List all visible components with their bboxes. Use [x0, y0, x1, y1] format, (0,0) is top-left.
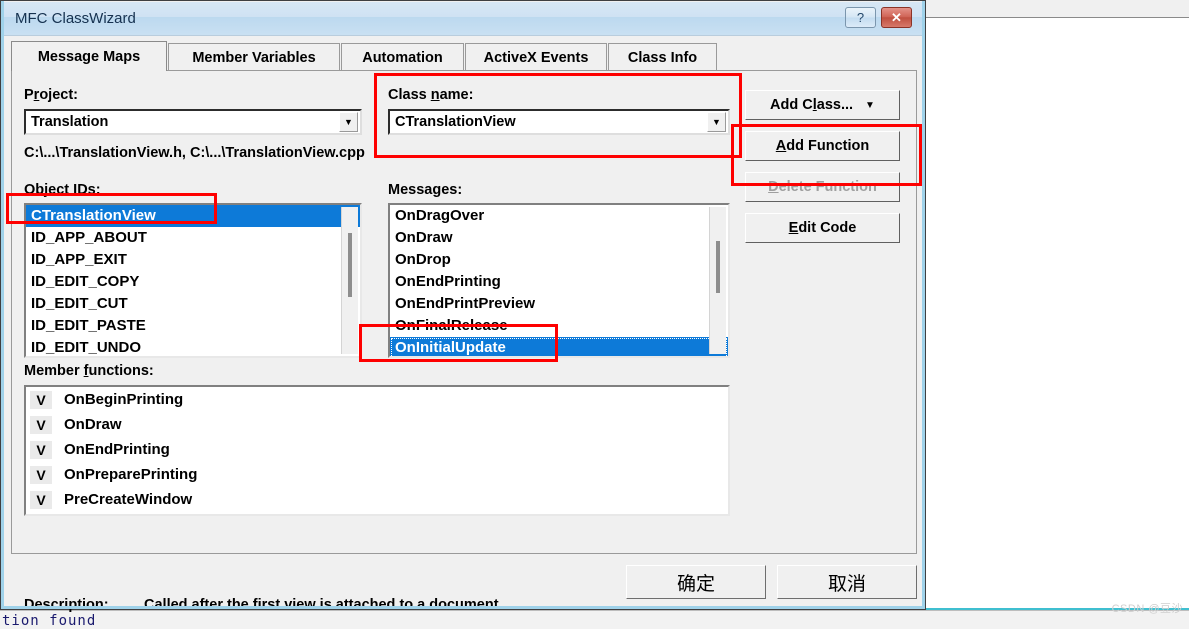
list-item[interactable]: OnFinalRelease [390, 315, 728, 337]
member-functions-listbox[interactable]: V OnBeginPrinting V OnDraw V OnEndPrinti… [24, 385, 730, 516]
object-ids-scrollbar[interactable] [341, 207, 358, 354]
list-item[interactable]: ID_APP_EXIT [26, 249, 360, 271]
list-item[interactable]: ID_APP_ABOUT [26, 227, 360, 249]
close-icon[interactable]: ✕ [881, 7, 912, 28]
delete-function-button: Delete Function [745, 172, 900, 202]
class-name-label: Class name: [388, 87, 473, 103]
delete-function-label: elete Function [778, 179, 877, 195]
list-item[interactable]: V OnPreparePrinting [26, 462, 728, 487]
add-class-label-pre: Add C [770, 97, 813, 113]
list-item[interactable]: OnDraw [390, 227, 728, 249]
member-function-name: OnPreparePrinting [64, 466, 198, 483]
member-functions-label: Member functions: [24, 363, 154, 379]
project-label-post: oject: [39, 87, 78, 103]
list-item[interactable]: V OnEndPrinting [26, 437, 728, 462]
add-function-label: dd Function [786, 138, 870, 154]
list-item[interactable]: OnEndPrintPreview [390, 293, 728, 315]
virtual-marker-icon: V [30, 415, 52, 434]
class-name-label-accesskey: n [430, 87, 440, 103]
list-item[interactable]: CTranslationView [26, 205, 360, 227]
object-ids-label-post: Ds: [77, 182, 101, 198]
virtual-marker-icon: V [30, 440, 52, 459]
dialog-titlebar[interactable]: MFC ClassWizard ? ✕ [2, 2, 924, 36]
project-label: Project: [24, 87, 78, 103]
messages-scrollbar[interactable] [709, 207, 726, 354]
project-label-pre: P [24, 87, 34, 103]
member-functions-label-post: unctions: [88, 363, 154, 379]
list-item[interactable]: V OnDraw [26, 412, 728, 437]
member-function-name: OnEndPrinting [64, 441, 170, 458]
edit-code-accesskey: E [788, 220, 799, 236]
list-item[interactable]: ID_EDIT_COPY [26, 271, 360, 293]
watermark: CSDN @豆沙 [1111, 603, 1183, 615]
member-function-name: OnDraw [64, 416, 122, 433]
delete-function-accesskey: D [768, 179, 779, 195]
class-name-value: CTranslationView [395, 114, 516, 130]
tab-class-info[interactable]: Class Info [608, 43, 717, 71]
list-item[interactable]: V OnBeginPrinting [26, 387, 728, 412]
object-ids-listbox[interactable]: CTranslationView ID_APP_ABOUT ID_APP_EXI… [24, 203, 362, 358]
object-ids-label-pre: Object [24, 182, 74, 198]
list-item[interactable]: ID_EDIT_CUT [26, 293, 360, 315]
member-function-name: PreCreateWindow [64, 491, 193, 508]
dialog-footer: 确定 取消 [5, 558, 923, 606]
messages-listbox[interactable]: OnDragOver OnDraw OnDrop OnEndPrinting O… [388, 203, 730, 358]
class-name-label-post: ame: [439, 87, 474, 103]
edit-code-label: dit Code [798, 220, 857, 236]
list-item[interactable]: OnEndPrinting [390, 271, 728, 293]
ok-button[interactable]: 确定 [626, 565, 766, 599]
mfc-classwizard-dialog: MFC ClassWizard ? ✕ Message Maps Member … [0, 0, 926, 613]
add-class-button[interactable]: Add Cl ass... ▼ [745, 90, 900, 120]
dialog-title: MFC ClassWizard [15, 10, 136, 27]
chevron-down-icon[interactable]: ▼ [707, 112, 726, 132]
tab-message-maps[interactable]: Message Maps [11, 41, 167, 71]
tab-activex-events[interactable]: ActiveX Events [465, 43, 607, 71]
scrollbar-thumb[interactable] [716, 241, 720, 293]
virtual-marker-icon: V [30, 390, 52, 409]
edit-code-button[interactable]: Edit Code [745, 213, 900, 243]
list-item[interactable]: OnDrop [390, 249, 728, 271]
class-name-combobox[interactable]: CTranslationView ▼ [388, 109, 730, 135]
help-icon[interactable]: ? [845, 7, 876, 28]
member-functions-label-pre: Member [24, 363, 84, 379]
project-combobox[interactable]: Translation ▼ [24, 109, 362, 135]
add-function-accesskey: A [775, 138, 787, 154]
file-paths-label: C:\...\TranslationView.h, C:\...\Transla… [24, 145, 365, 161]
chevron-down-icon: ▼ [865, 99, 875, 111]
tab-member-variables[interactable]: Member Variables [168, 43, 340, 71]
class-name-label-pre: Class [388, 87, 431, 103]
add-function-button[interactable]: Add Function [745, 131, 900, 161]
add-class-label-post: ass... [816, 97, 854, 113]
list-item[interactable]: OnDragOver [390, 205, 728, 227]
tab-automation[interactable]: Automation [341, 43, 464, 71]
list-item[interactable]: ID_EDIT_PASTE [26, 315, 360, 337]
tab-page-message-maps: Project: Translation ▼ C:\...\Translatio… [11, 70, 917, 613]
object-ids-label: Object IDs: [24, 182, 101, 198]
list-item[interactable]: ID_EDIT_UNDO [26, 337, 360, 356]
virtual-marker-icon: V [30, 465, 52, 484]
list-item[interactable]: V PreCreateWindow [26, 487, 728, 512]
chevron-down-icon[interactable]: ▼ [339, 112, 358, 132]
project-value: Translation [31, 114, 109, 130]
list-item[interactable]: OnInitialUpdate [390, 337, 728, 356]
virtual-marker-icon: V [30, 490, 52, 509]
scrollbar-thumb[interactable] [348, 233, 352, 297]
tabstrip: Message Maps Member Variables Automation… [11, 41, 917, 71]
member-function-name: OnBeginPrinting [64, 391, 184, 408]
messages-label: Messages: [388, 182, 463, 198]
cancel-button[interactable]: 取消 [777, 565, 917, 599]
